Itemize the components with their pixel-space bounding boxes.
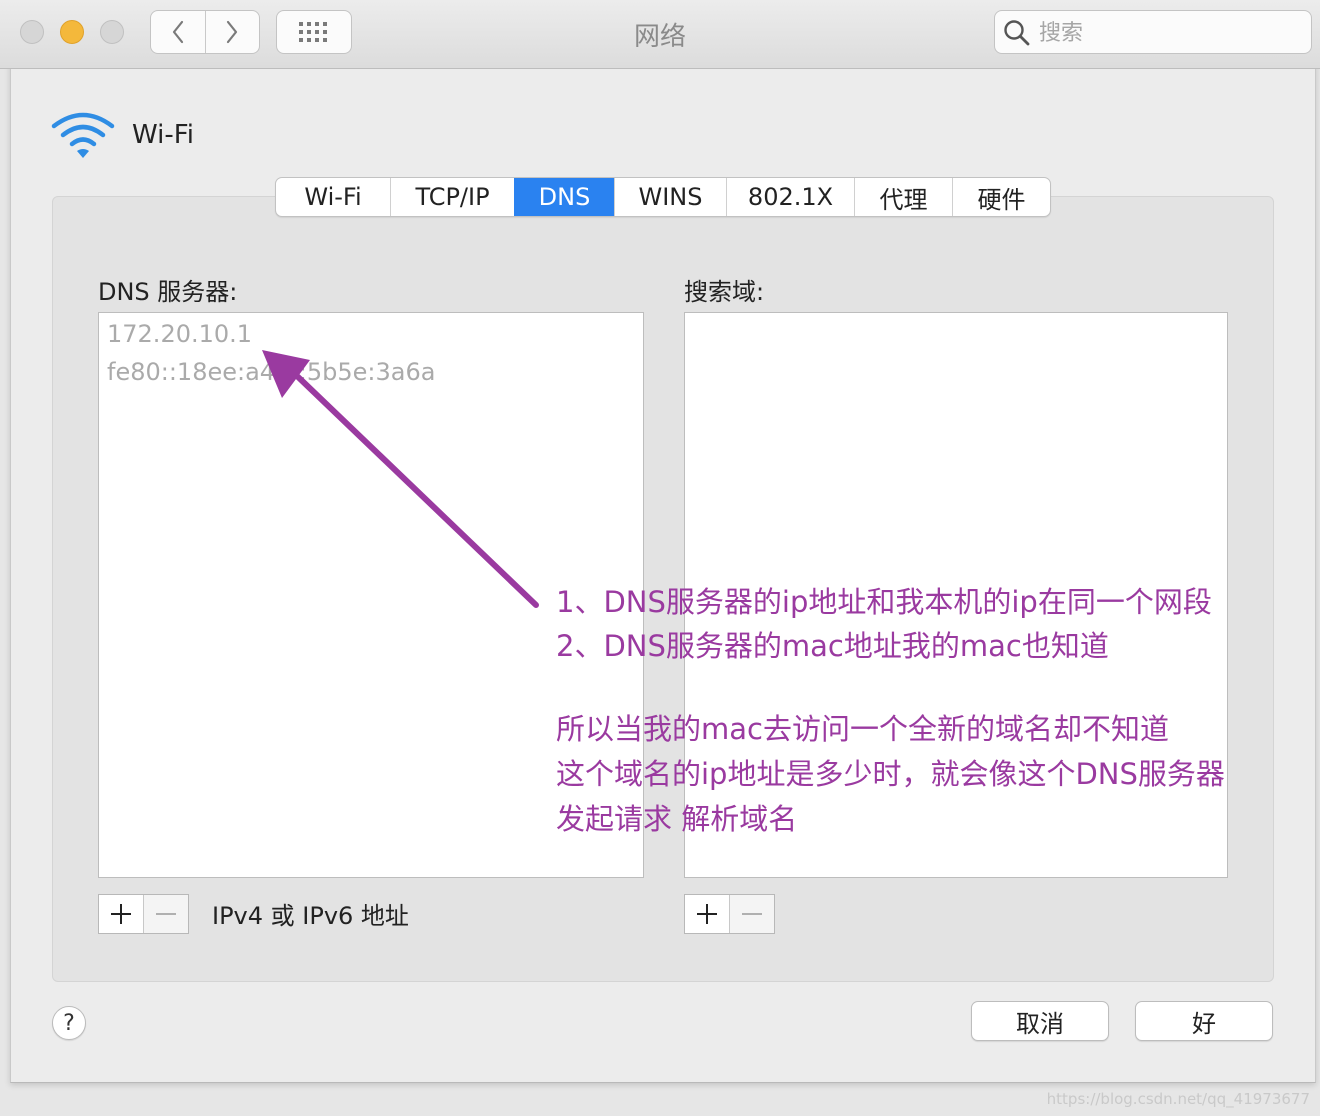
annotation-line-5: 发起请求 解析域名: [556, 802, 798, 836]
ok-button[interactable]: 好: [1135, 1001, 1273, 1041]
annotation-line-3: 所以当我的mac去访问一个全新的域名却不知道: [556, 712, 1169, 746]
annotation-line-1: 1、DNS服务器的ip地址和我本机的ip在同一个网段: [556, 585, 1212, 619]
cancel-button[interactable]: 取消: [971, 1001, 1109, 1041]
watermark: https://blog.csdn.net/qq_41973677: [1046, 1090, 1310, 1108]
annotation-arrow: [262, 350, 539, 608]
annotation-line-4: 这个域名的ip地址是多少时，就会像这个DNS服务器: [556, 757, 1225, 791]
help-button[interactable]: ?: [52, 1006, 86, 1040]
annotation-line-2: 2、DNS服务器的mac地址我的mac也知道: [556, 629, 1109, 663]
